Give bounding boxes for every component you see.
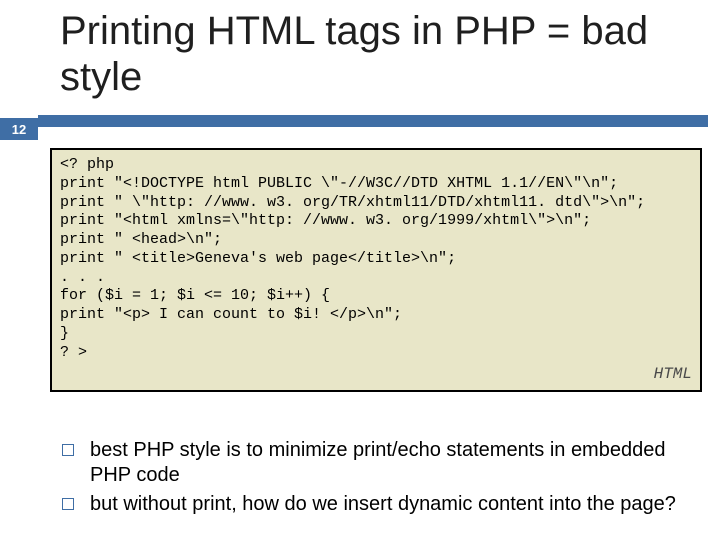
code-block: <? php print "<!DOCTYPE html PUBLIC \"-/… — [50, 148, 702, 392]
code-line: } — [60, 325, 692, 344]
code-line: for ($i = 1; $i <= 10; $i++) { — [60, 287, 692, 306]
code-line: print "<!DOCTYPE html PUBLIC \"-//W3C//D… — [60, 175, 692, 194]
page-number-text: 12 — [12, 122, 26, 137]
title-container: Printing HTML tags in PHP = bad style — [60, 8, 700, 100]
bullet-item: best PHP style is to minimize print/echo… — [62, 438, 700, 488]
code-line: print " <head>\n"; — [60, 231, 692, 250]
code-line: print " \"http: //www. w3. org/TR/xhtml1… — [60, 194, 692, 213]
code-line: ? > — [60, 344, 692, 363]
page-number-badge: 12 — [0, 118, 38, 140]
square-bullet-icon — [62, 444, 74, 456]
code-line: print "<html xmlns=\"http: //www. w3. or… — [60, 212, 692, 231]
code-line: <? php — [60, 156, 692, 175]
bullet-text: best PHP style is to minimize print/echo… — [90, 438, 700, 488]
code-line: print " <title>Geneva's web page</title>… — [60, 250, 692, 269]
code-line: print "<p> I can count to $i! </p>\n"; — [60, 306, 692, 325]
code-line: . . . — [60, 269, 692, 288]
title-underline — [38, 115, 708, 127]
bullet-text: but without print, how do we insert dyna… — [90, 492, 676, 517]
bullet-list: best PHP style is to minimize print/echo… — [62, 438, 700, 521]
code-language-tag: HTML — [60, 364, 692, 384]
slide-title: Printing HTML tags in PHP = bad style — [60, 8, 700, 100]
bullet-item: but without print, how do we insert dyna… — [62, 492, 700, 517]
square-bullet-icon — [62, 498, 74, 510]
